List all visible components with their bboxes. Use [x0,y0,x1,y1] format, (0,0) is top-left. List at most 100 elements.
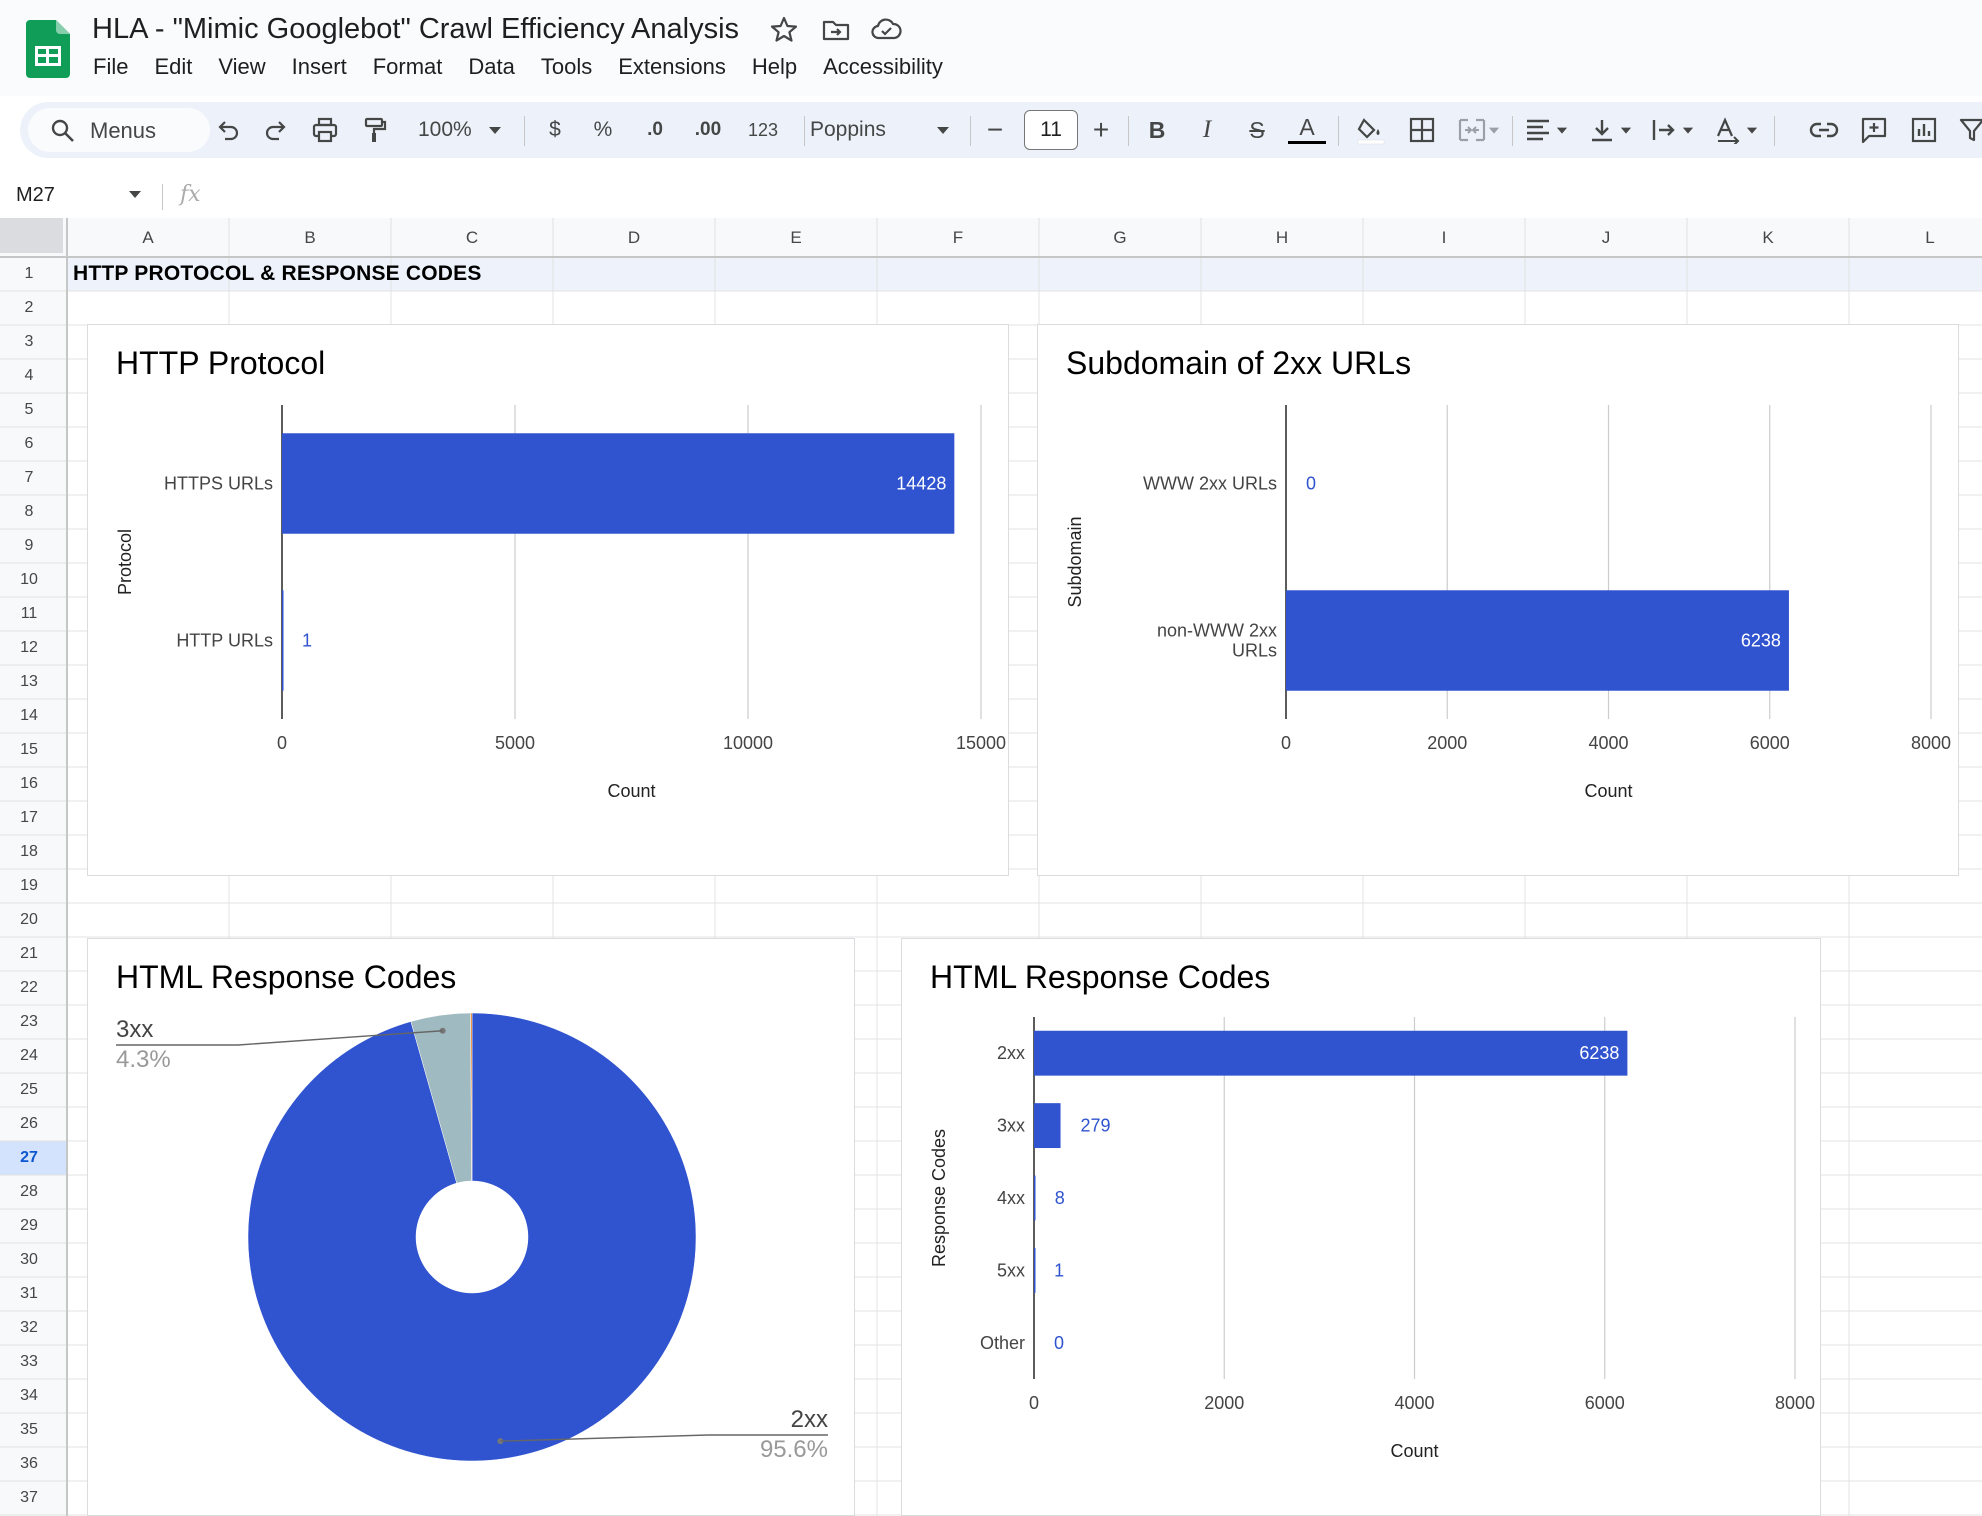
chevron-down-icon[interactable] [128,190,142,200]
column-header-a[interactable]: A [67,228,229,248]
menus-search[interactable]: Menus [28,108,210,152]
row-header-25[interactable]: 25 [0,1081,58,1099]
column-header-e[interactable]: E [715,228,877,248]
menu-accessibility[interactable]: Accessibility [810,52,956,82]
row-header-19[interactable]: 19 [0,877,58,895]
column-header-g[interactable]: G [1039,228,1201,248]
menu-file[interactable]: File [80,52,141,82]
cloud-saved-icon[interactable] [870,14,902,46]
insert-link-button[interactable] [1804,114,1844,146]
text-color-button[interactable]: A [1288,114,1326,144]
name-box[interactable]: M27 [16,184,55,207]
row-header-17[interactable]: 17 [0,809,58,827]
column-header-j[interactable]: J [1525,228,1687,248]
row-header-31[interactable]: 31 [0,1285,58,1303]
row-header-26[interactable]: 26 [0,1115,58,1133]
row-header-21[interactable]: 21 [0,945,58,963]
row-header-14[interactable]: 14 [0,707,58,725]
row-header-34[interactable]: 34 [0,1387,58,1405]
format-currency-button[interactable]: $ [538,114,572,146]
menu-tools[interactable]: Tools [528,52,605,82]
row-header-8[interactable]: 8 [0,503,58,521]
fill-color-button[interactable] [1352,114,1390,146]
menu-extensions[interactable]: Extensions [605,52,739,82]
undo-button[interactable] [208,114,248,146]
merge-cells-button[interactable] [1452,114,1492,146]
row-header-11[interactable]: 11 [0,605,58,623]
row-header-35[interactable]: 35 [0,1421,58,1439]
row-header-29[interactable]: 29 [0,1217,58,1235]
row-header-23[interactable]: 23 [0,1013,58,1031]
menu-format[interactable]: Format [360,52,456,82]
menu-data[interactable]: Data [455,52,527,82]
star-icon[interactable] [768,14,800,46]
chevron-down-icon[interactable] [488,126,502,136]
menu-view[interactable]: View [205,52,278,82]
filter-button[interactable] [1954,114,1982,146]
menu-insert[interactable]: Insert [279,52,360,82]
row-header-6[interactable]: 6 [0,435,58,453]
increase-decimal-button[interactable]: .00 [684,114,732,146]
font-size-input[interactable]: 11 [1024,110,1078,150]
vertical-align-button[interactable] [1584,114,1620,146]
menu-help[interactable]: Help [739,52,810,82]
row-header-3[interactable]: 3 [0,333,58,351]
spreadsheet-grid[interactable]: ABCDEFGHIJKL 1 2 3 4 5 6 7 8 9 10 11 12 13 14 15 16 17 18… [0,218,1982,1516]
row-header-37[interactable]: 37 [0,1489,58,1507]
row-header-7[interactable]: 7 [0,469,58,487]
row-header-13[interactable]: 13 [0,673,58,691]
chevron-down-icon[interactable] [1682,126,1694,136]
chevron-down-icon[interactable] [936,126,950,136]
print-button[interactable] [304,114,346,146]
row-header-16[interactable]: 16 [0,775,58,793]
column-header-c[interactable]: C [391,228,553,248]
chart-http-protocol[interactable]: HTTP Protocol 0 5000 10000 15000 HTTPS URLs 1… [87,324,1009,876]
chevron-down-icon[interactable] [1746,126,1758,136]
menu-edit[interactable]: Edit [141,52,205,82]
row-header-9[interactable]: 9 [0,537,58,555]
italic-button[interactable]: I [1188,114,1226,146]
column-header-b[interactable]: B [229,228,391,248]
row-header-10[interactable]: 10 [0,571,58,589]
row-header-18[interactable]: 18 [0,843,58,861]
horizontal-align-button[interactable] [1520,114,1556,146]
move-to-folder-icon[interactable] [820,14,852,46]
column-header-k[interactable]: K [1687,228,1849,248]
cell-a1[interactable]: HTTP PROTOCOL & RESPONSE CODES [73,262,482,286]
chart-response-codes-pie[interactable]: HTML Response Codes 3xx 4.3% 2xx 95.6% [87,938,855,1516]
row-header-15[interactable]: 15 [0,741,58,759]
chevron-down-icon[interactable] [1556,126,1568,136]
bold-button[interactable]: B [1138,114,1176,146]
chart-response-codes-bar[interactable]: HTML Response Codes 0 2000 4000 6000 8000 2xx… [901,938,1821,1516]
row-header-33[interactable]: 33 [0,1353,58,1371]
column-header-d[interactable]: D [553,228,715,248]
chevron-down-icon[interactable] [1620,126,1632,136]
row-header-24[interactable]: 24 [0,1047,58,1065]
column-header-h[interactable]: H [1201,228,1363,248]
insert-chart-button[interactable] [1904,114,1944,146]
paint-format-button[interactable] [354,114,396,146]
more-formats-button[interactable]: 123 [738,114,788,146]
row-header-5[interactable]: 5 [0,401,58,419]
zoom-select[interactable]: 100% [418,114,498,146]
row-header-22[interactable]: 22 [0,979,58,997]
borders-button[interactable] [1402,114,1442,146]
redo-button[interactable] [256,114,296,146]
row-header-12[interactable]: 12 [0,639,58,657]
document-title[interactable]: HLA - "Mimic Googlebot" Crawl Efficiency… [92,13,739,46]
text-rotation-button[interactable] [1710,114,1746,146]
format-percent-button[interactable]: % [586,114,620,146]
row-header-36[interactable]: 36 [0,1455,58,1473]
text-wrapping-button[interactable] [1646,114,1682,146]
decrease-font-size-button[interactable]: − [978,114,1012,146]
column-header-f[interactable]: F [877,228,1039,248]
row-header-20[interactable]: 20 [0,911,58,929]
row-header-28[interactable]: 28 [0,1183,58,1201]
row-header-2[interactable]: 2 [0,299,58,317]
chevron-down-icon[interactable] [1488,126,1500,136]
strikethrough-button[interactable]: S [1238,114,1276,146]
column-header-i[interactable]: I [1363,228,1525,248]
column-header-l[interactable]: L [1849,228,1982,248]
row-header-4[interactable]: 4 [0,367,58,385]
increase-font-size-button[interactable]: + [1084,114,1118,146]
